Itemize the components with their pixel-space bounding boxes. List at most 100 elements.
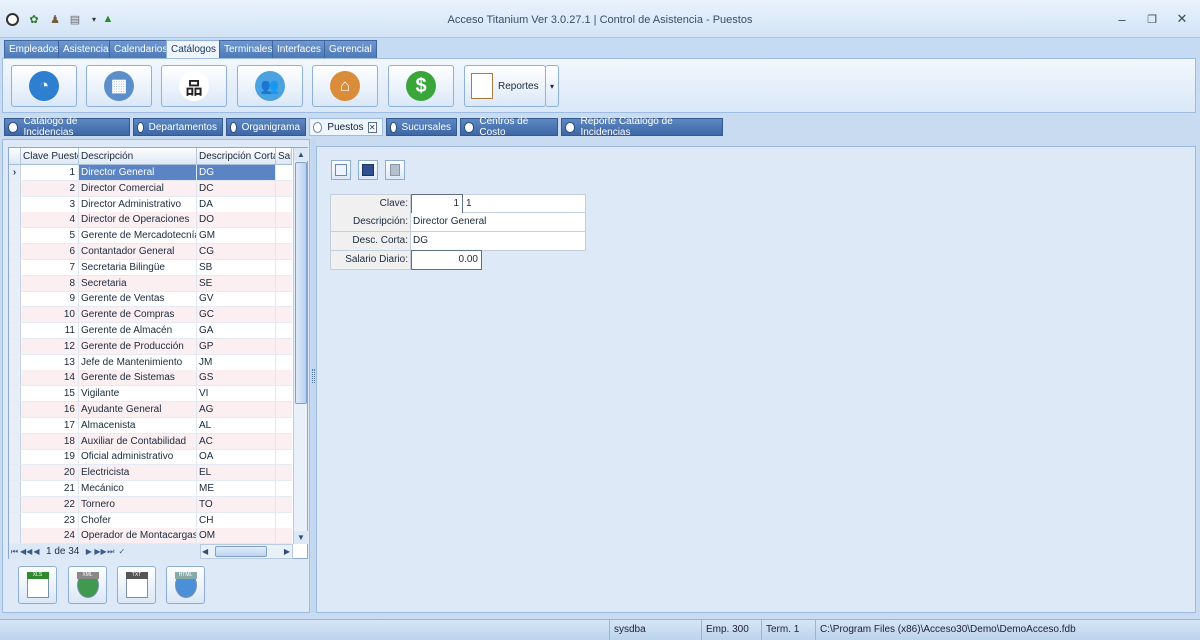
cell-clave: 16 bbox=[21, 402, 79, 417]
scroll-up-icon[interactable]: ▲ bbox=[294, 148, 308, 161]
table-row[interactable]: 9 Gerente de Ventas GV bbox=[9, 291, 292, 308]
nav-first-icon[interactable]: ⏮ bbox=[9, 547, 20, 557]
table-row[interactable]: 12 Gerente de Producción GP bbox=[9, 338, 292, 355]
clave-input[interactable]: 1 bbox=[411, 194, 463, 214]
cell-salario bbox=[276, 165, 292, 180]
cell-salario bbox=[276, 418, 292, 433]
table-row[interactable]: 17 Almacenista AL bbox=[9, 417, 292, 434]
table-row[interactable]: 6 Contantador General CG bbox=[9, 244, 292, 260]
cell-descripcion-corta: SE bbox=[197, 275, 276, 291]
scroll-left-icon[interactable]: ◀ bbox=[202, 545, 208, 558]
table-row[interactable]: 2 Director Comercial DC bbox=[9, 180, 292, 197]
cell-clave: 1 bbox=[21, 165, 79, 180]
cell-descripcion-corta: OM bbox=[197, 528, 276, 544]
table-row[interactable]: 22 Tornero TO bbox=[9, 496, 292, 513]
tab-label: Departamentos bbox=[148, 121, 217, 133]
row-indicator bbox=[9, 180, 21, 196]
sucursales-button[interactable]: ⌂ bbox=[312, 65, 378, 107]
tab-sucursales[interactable]: Sucursales bbox=[386, 118, 457, 136]
table-row[interactable]: 15 Vigilante VI bbox=[9, 386, 292, 403]
scroll-thumb[interactable] bbox=[295, 162, 307, 404]
scroll-down-icon[interactable]: ▼ bbox=[294, 531, 308, 544]
restore-button[interactable]: ❐ bbox=[1138, 9, 1166, 29]
close-tab-icon[interactable]: ✕ bbox=[367, 121, 377, 133]
table-row[interactable]: 8 Secretaria SE bbox=[9, 275, 292, 292]
tab-puestos[interactable]: Puestos ✕ bbox=[309, 118, 383, 136]
minimize-button[interactable]: – bbox=[1108, 9, 1136, 29]
table-row[interactable]: 13 Jefe de Mantenimiento JM bbox=[9, 354, 292, 371]
cell-descripcion-corta: GC bbox=[197, 307, 276, 323]
vertical-scrollbar[interactable]: ▲ ▼ bbox=[293, 148, 308, 544]
table-row[interactable]: 18 Auxiliar de Contabilidad AC bbox=[9, 433, 292, 450]
hscroll-thumb[interactable] bbox=[215, 546, 267, 557]
ribbon-tab-interfaces[interactable]: Interfaces bbox=[272, 40, 326, 58]
export-xml-button[interactable]: XML bbox=[68, 566, 107, 604]
nav-next-icon[interactable]: ▶ bbox=[83, 547, 94, 556]
table-row[interactable]: › 1 Director General DG bbox=[9, 165, 292, 181]
cell-salario bbox=[276, 276, 292, 291]
table-row[interactable]: 10 Gerente de Compras GC bbox=[9, 307, 292, 324]
table-row[interactable]: 21 Mecánico ME bbox=[9, 481, 292, 497]
nav-next-page-icon[interactable]: ▶▶ bbox=[94, 547, 106, 556]
column-header-salario[interactable]: Sala bbox=[276, 148, 292, 165]
nav-prev-icon[interactable]: ◀ bbox=[31, 547, 42, 556]
save-button[interactable] bbox=[358, 160, 378, 180]
table-row[interactable]: 7 Secretaria Bilingüe SB bbox=[9, 259, 292, 276]
desc-corta-field[interactable]: DG bbox=[412, 232, 428, 250]
nav-confirm-icon[interactable]: ✓ bbox=[116, 547, 127, 556]
cell-salario bbox=[276, 497, 292, 512]
reportes-button[interactable]: Reportes bbox=[464, 65, 546, 107]
table-row[interactable]: 5 Gerente de Mercadotecnía GM bbox=[9, 228, 292, 245]
table-row[interactable]: 14 Gerente de Sistemas GS bbox=[9, 370, 292, 387]
table-row[interactable]: 16 Ayudante General AG bbox=[9, 402, 292, 418]
row-indicator bbox=[9, 196, 21, 212]
delete-button[interactable] bbox=[385, 160, 405, 180]
table-row[interactable]: 20 Electricista EL bbox=[9, 465, 292, 482]
column-header-clave[interactable]: Clave Puesto bbox=[21, 148, 79, 165]
table-row[interactable]: 11 Gerente de Almacén GA bbox=[9, 323, 292, 339]
puestos-grid[interactable]: Clave Puesto Descripción Descripción Cor… bbox=[8, 147, 308, 559]
reportes-dropdown-button[interactable]: ▾ bbox=[545, 65, 559, 107]
tab-organigrama[interactable]: Organigrama bbox=[226, 118, 306, 136]
horizontal-scrollbar[interactable]: ◀ ▶ bbox=[200, 544, 293, 559]
ribbon-tab-empleados[interactable]: Empleados bbox=[4, 40, 65, 58]
store-icon: ⌂ bbox=[330, 71, 360, 101]
tab-centros-costo[interactable]: Centros de Costo bbox=[460, 116, 558, 138]
table-row[interactable]: 4 Director de Operaciones DO bbox=[9, 212, 292, 229]
ribbon-tab-catalogos[interactable]: Catálogos bbox=[166, 40, 222, 58]
export-xls-button[interactable]: XLS bbox=[18, 566, 57, 604]
status-user: sysdba bbox=[609, 620, 701, 640]
export-html-button[interactable]: HTML bbox=[166, 566, 205, 604]
tab-departamentos[interactable]: Departamentos bbox=[133, 118, 223, 136]
ribbon-tab-gerencial[interactable]: Gerencial bbox=[324, 40, 377, 58]
tab-reporte-catalogo-incidencias[interactable]: Reporte Catálogo de Incidencias bbox=[561, 116, 723, 138]
new-icon bbox=[335, 164, 347, 176]
cell-salario bbox=[276, 323, 292, 338]
ribbon-tab-terminales[interactable]: Terminales bbox=[219, 40, 278, 58]
export-txt-button[interactable]: TXT bbox=[117, 566, 156, 604]
column-header-descripcion-corta[interactable]: Descripción Corta bbox=[197, 148, 276, 165]
organigrama-button[interactable]: 品 bbox=[161, 65, 227, 107]
incidencias-button[interactable]: ◔ bbox=[11, 65, 77, 107]
table-row[interactable]: 3 Director Administrativo DA bbox=[9, 196, 292, 213]
ribbon-tab-asistencia[interactable]: Asistencia bbox=[58, 40, 114, 58]
cell-descripcion: Chofer bbox=[79, 512, 197, 528]
close-button[interactable]: ✕ bbox=[1168, 9, 1196, 29]
departamentos-button[interactable]: ▦ bbox=[86, 65, 152, 107]
descripcion-field[interactable]: Director General bbox=[412, 213, 486, 231]
puestos-button[interactable]: 👥 bbox=[237, 65, 303, 107]
centros-costo-button[interactable]: $ bbox=[388, 65, 454, 107]
nav-prev-page-icon[interactable]: ◀◀ bbox=[20, 547, 32, 556]
nav-last-icon[interactable]: ⏭ bbox=[105, 547, 116, 557]
tab-clock-icon bbox=[137, 121, 144, 133]
scroll-right-icon[interactable]: ▶ bbox=[284, 545, 290, 558]
table-row[interactable]: 23 Chofer CH bbox=[9, 512, 292, 529]
table-row[interactable]: 24 Operador de Montacargas OM bbox=[9, 528, 292, 545]
table-row[interactable]: 19 Oficial administrativo OA bbox=[9, 449, 292, 466]
new-record-button[interactable] bbox=[331, 160, 351, 180]
tab-catalogo-incidencias[interactable]: Catálogo de Incidencias bbox=[4, 116, 130, 138]
ribbon-tab-calendarios[interactable]: Calendarios bbox=[109, 40, 173, 58]
column-header-descripcion[interactable]: Descripción bbox=[79, 148, 197, 165]
cell-descripcion-corta: OA bbox=[197, 449, 276, 465]
salario-input[interactable]: 0.00 bbox=[411, 250, 482, 270]
